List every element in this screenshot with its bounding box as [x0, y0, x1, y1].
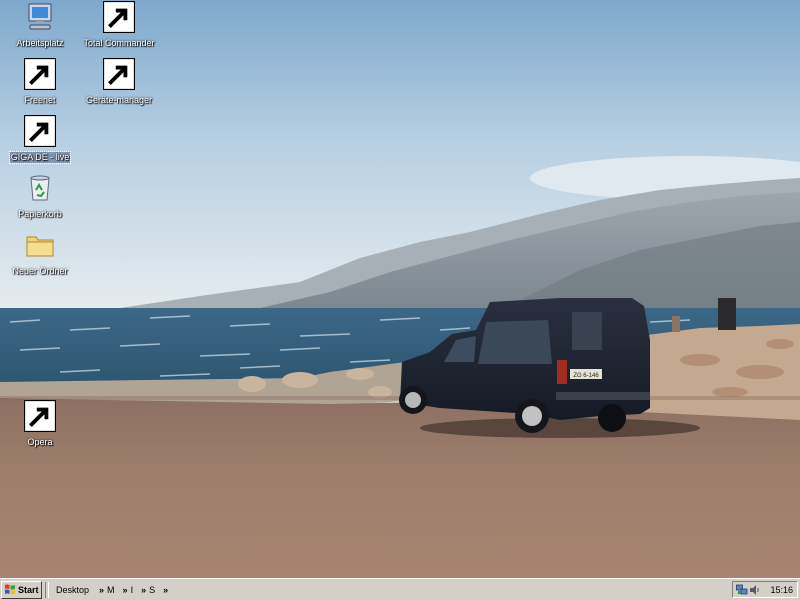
device-manager-icon	[103, 58, 135, 90]
quick-launch-item[interactable]: M	[107, 585, 115, 595]
opera-icon	[24, 400, 56, 432]
desktop-icon-giga-live[interactable]: GIGA DE - live	[0, 115, 80, 165]
desktop-icon-opera[interactable]: Opera	[0, 400, 80, 450]
chevron-right-icon[interactable]: »	[123, 585, 128, 595]
toolbar-title: Desktop	[56, 584, 90, 595]
network-globe-icon	[24, 58, 56, 90]
desktop-icon-papierkorb[interactable]: Papierkorb	[0, 172, 80, 222]
desktop-toolbar[interactable]: Desktop » M » I » S »	[52, 581, 171, 599]
quick-launch-item[interactable]: S	[149, 585, 155, 595]
desktop-icon-geraetemanager[interactable]: Geräte-manager	[79, 58, 159, 108]
desktop-icon-total-commander[interactable]: Total Commander	[79, 1, 159, 51]
recycle-bin-icon	[24, 172, 56, 204]
desktop-icon-label: GIGA DE - live	[8, 151, 72, 164]
desktop-icon-label: Opera	[27, 437, 53, 447]
floppy-disk-icon	[103, 1, 135, 33]
desktop-icon-freenet[interactable]: Freenet	[0, 58, 80, 108]
chevron-right-icon[interactable]: »	[99, 585, 104, 595]
system-tray: 15:16	[732, 581, 798, 598]
folder-icon	[24, 229, 56, 261]
start-button[interactable]: Start	[1, 580, 42, 599]
desktop-icon-arbeitsplatz[interactable]: Arbeitsplatz	[0, 1, 80, 51]
desktop-icon-neuer-ordner[interactable]: Neuer Ordner	[0, 229, 80, 279]
license-plate-text: ZG 6-146	[573, 373, 599, 379]
chevron-right-icon[interactable]: »	[163, 585, 168, 595]
taskbar: Start Desktop » M » I » S » 15:16	[0, 578, 800, 600]
desktop-icon-label: Papierkorb	[18, 209, 62, 219]
desktop-icon-label: Arbeitsplatz	[16, 38, 64, 48]
quick-launch-item[interactable]: I	[131, 585, 134, 595]
desktop-icon-label: Neuer Ordner	[12, 266, 68, 276]
desktop-icon-label: Total Commander	[83, 38, 155, 48]
network-icon[interactable]	[736, 584, 748, 596]
media-player-icon	[24, 115, 56, 147]
desktop-icon-label: Freenet	[24, 95, 56, 105]
taskbar-separator	[45, 581, 49, 598]
volume-icon[interactable]	[749, 584, 761, 596]
windows-logo-icon	[5, 584, 15, 595]
desktop-icon-label: Geräte-manager	[85, 95, 153, 105]
chevron-right-icon[interactable]: »	[141, 585, 146, 595]
my-computer-icon	[24, 1, 56, 33]
clock[interactable]: 15:16	[770, 585, 793, 595]
start-label: Start	[18, 584, 39, 595]
